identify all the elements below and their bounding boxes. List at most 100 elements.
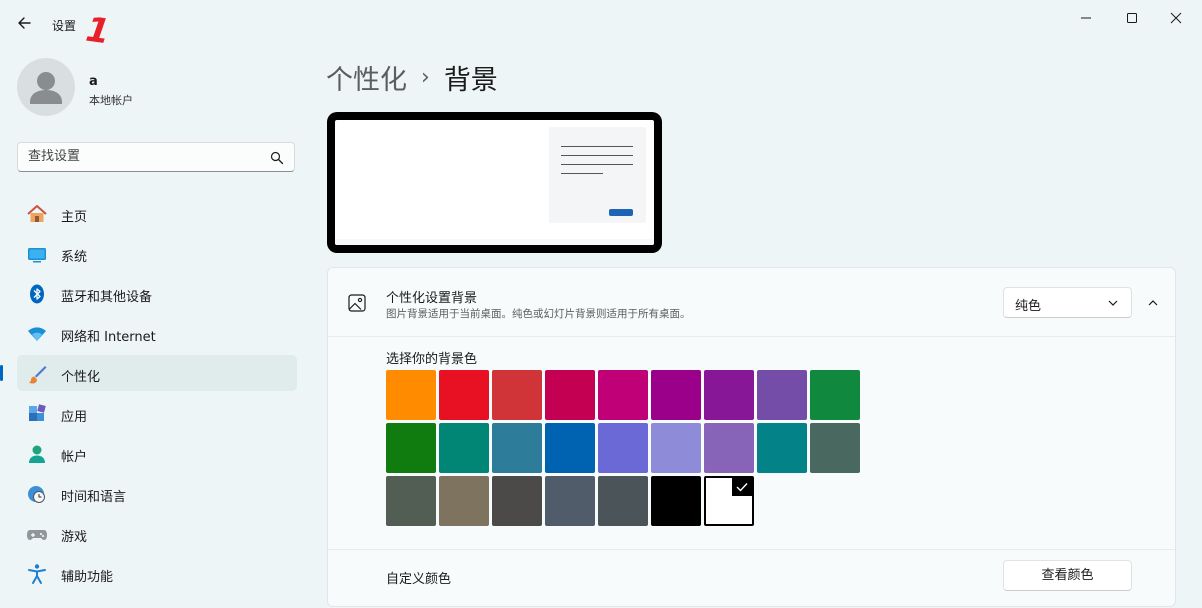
bluetooth-icon — [30, 284, 44, 304]
collapse-button[interactable] — [1140, 287, 1166, 318]
color-swatch[interactable] — [386, 423, 436, 473]
sidebar-item-accessibility[interactable]: 辅助功能 — [17, 555, 297, 591]
background-card-title: 个性化设置背景 — [386, 291, 478, 306]
clock-globe-icon — [28, 486, 45, 503]
sidebar-item-label: 网络和 Internet — [61, 330, 156, 345]
color-swatch[interactable] — [757, 370, 807, 420]
user-icon — [30, 72, 62, 104]
sidebar-item-label: 帐户 — [61, 450, 88, 465]
color-swatch[interactable] — [439, 370, 489, 420]
sidebar-item-network[interactable]: 网络和 Internet — [17, 315, 297, 351]
close-button[interactable] — [1158, 6, 1194, 30]
color-swatch[interactable] — [651, 370, 701, 420]
breadcrumb: 个性化 › 背景 — [326, 58, 498, 97]
sidebar-item-label: 系统 — [61, 250, 88, 265]
sidebar-item-label: 辅助功能 — [61, 570, 114, 585]
color-swatch[interactable] — [492, 423, 542, 473]
preview-screen — [335, 120, 654, 245]
desktop-preview — [327, 112, 662, 253]
page-title: 背景 — [443, 65, 498, 96]
color-swatch[interactable] — [651, 423, 701, 473]
maximize-icon — [1127, 13, 1137, 23]
preview-window — [549, 127, 646, 223]
breadcrumb-parent[interactable]: 个性化 — [326, 58, 407, 97]
color-swatch[interactable] — [439, 476, 489, 526]
gamepad-icon — [27, 530, 47, 540]
color-swatch[interactable] — [704, 423, 754, 473]
dropdown-value: 纯色 — [1015, 299, 1042, 314]
color-swatch[interactable] — [545, 370, 595, 420]
maximize-button[interactable] — [1114, 6, 1150, 30]
custom-color-row: 自定义颜色 查看颜色 — [328, 549, 1175, 608]
account-type: 本地帐户 — [89, 94, 133, 107]
preview-button — [609, 209, 633, 216]
active-indicator — [0, 365, 3, 381]
color-section-label: 选择你的背景色 — [386, 352, 478, 367]
back-button[interactable] — [14, 12, 36, 34]
color-swatch[interactable] — [651, 476, 701, 526]
color-swatch-grid — [386, 370, 860, 526]
color-swatch[interactable] — [492, 476, 542, 526]
home-icon — [27, 205, 47, 222]
background-card-description: 图片背景适用于当前桌面。纯色或幻灯片背景则适用于所有桌面。 — [386, 308, 691, 320]
sidebar-item-apps[interactable]: 应用 — [17, 395, 297, 431]
checkmark-icon — [732, 478, 752, 496]
avatar[interactable] — [17, 58, 75, 116]
preview-line — [561, 173, 603, 174]
color-swatch[interactable] — [598, 476, 648, 526]
view-colors-button[interactable]: 查看颜色 — [1003, 560, 1132, 591]
search-icon[interactable] — [270, 151, 284, 165]
close-icon — [1170, 12, 1182, 24]
user-name: a — [89, 74, 98, 89]
wifi-icon — [28, 327, 46, 341]
sidebar-item-gaming[interactable]: 游戏 — [17, 515, 297, 551]
sidebar-item-label: 时间和语言 — [61, 490, 127, 505]
color-swatch[interactable] — [386, 370, 436, 420]
sidebar-item-label: 蓝牙和其他设备 — [61, 290, 153, 305]
color-swatch[interactable] — [545, 423, 595, 473]
sidebar-item-bluetooth[interactable]: 蓝牙和其他设备 — [17, 275, 297, 311]
preview-line — [561, 164, 633, 165]
minimize-button[interactable] — [1068, 6, 1104, 30]
color-swatch[interactable] — [598, 423, 648, 473]
color-swatch[interactable] — [810, 370, 860, 420]
back-arrow-icon — [18, 17, 31, 29]
apps-icon — [29, 404, 46, 421]
color-swatch[interactable] — [598, 370, 648, 420]
background-type-dropdown[interactable]: 纯色 — [1003, 287, 1132, 318]
preview-taskbar — [335, 239, 654, 245]
search-input[interactable] — [28, 149, 258, 164]
sidebar-item-personalization[interactable]: 个性化 — [0, 355, 297, 391]
account-icon — [29, 445, 45, 463]
sidebar-item-label: 个性化 — [61, 370, 101, 385]
color-swatch[interactable] — [704, 370, 754, 420]
color-swatch[interactable] — [492, 370, 542, 420]
custom-color-label: 自定义颜色 — [386, 572, 452, 587]
search-box[interactable] — [17, 142, 295, 172]
sidebar-item-system[interactable]: 系统 — [17, 235, 297, 271]
breadcrumb-separator: › — [421, 65, 430, 90]
chevron-down-icon — [1108, 300, 1118, 306]
sidebar-item-label: 游戏 — [61, 530, 88, 545]
annotation-1: 1 — [83, 9, 113, 53]
minimize-icon — [1081, 17, 1091, 19]
color-swatch[interactable] — [545, 476, 595, 526]
image-icon — [348, 294, 366, 312]
brush-icon — [29, 366, 47, 384]
color-swatch[interactable] — [704, 476, 754, 526]
sidebar-nav: 主页 系统 蓝牙和其他设备 网络和 Internet 个性化 应用 帐户 时间和… — [0, 195, 297, 595]
sidebar-item-label: 主页 — [61, 210, 88, 225]
color-swatch[interactable] — [757, 423, 807, 473]
color-swatch[interactable] — [439, 423, 489, 473]
sidebar-item-home[interactable]: 主页 — [17, 195, 297, 231]
chevron-up-icon — [1148, 299, 1158, 305]
preview-line — [561, 155, 633, 156]
background-card-header[interactable]: 个性化设置背景 图片背景适用于当前桌面。纯色或幻灯片背景则适用于所有桌面。 纯色 — [328, 268, 1175, 337]
title-bar: 设置 — [0, 0, 1202, 40]
color-swatch[interactable] — [386, 476, 436, 526]
sidebar-item-label: 应用 — [61, 410, 88, 425]
color-swatch[interactable] — [810, 423, 860, 473]
sidebar-item-accounts[interactable]: 帐户 — [17, 435, 297, 471]
preview-line — [561, 146, 633, 147]
sidebar-item-time-language[interactable]: 时间和语言 — [17, 475, 297, 511]
